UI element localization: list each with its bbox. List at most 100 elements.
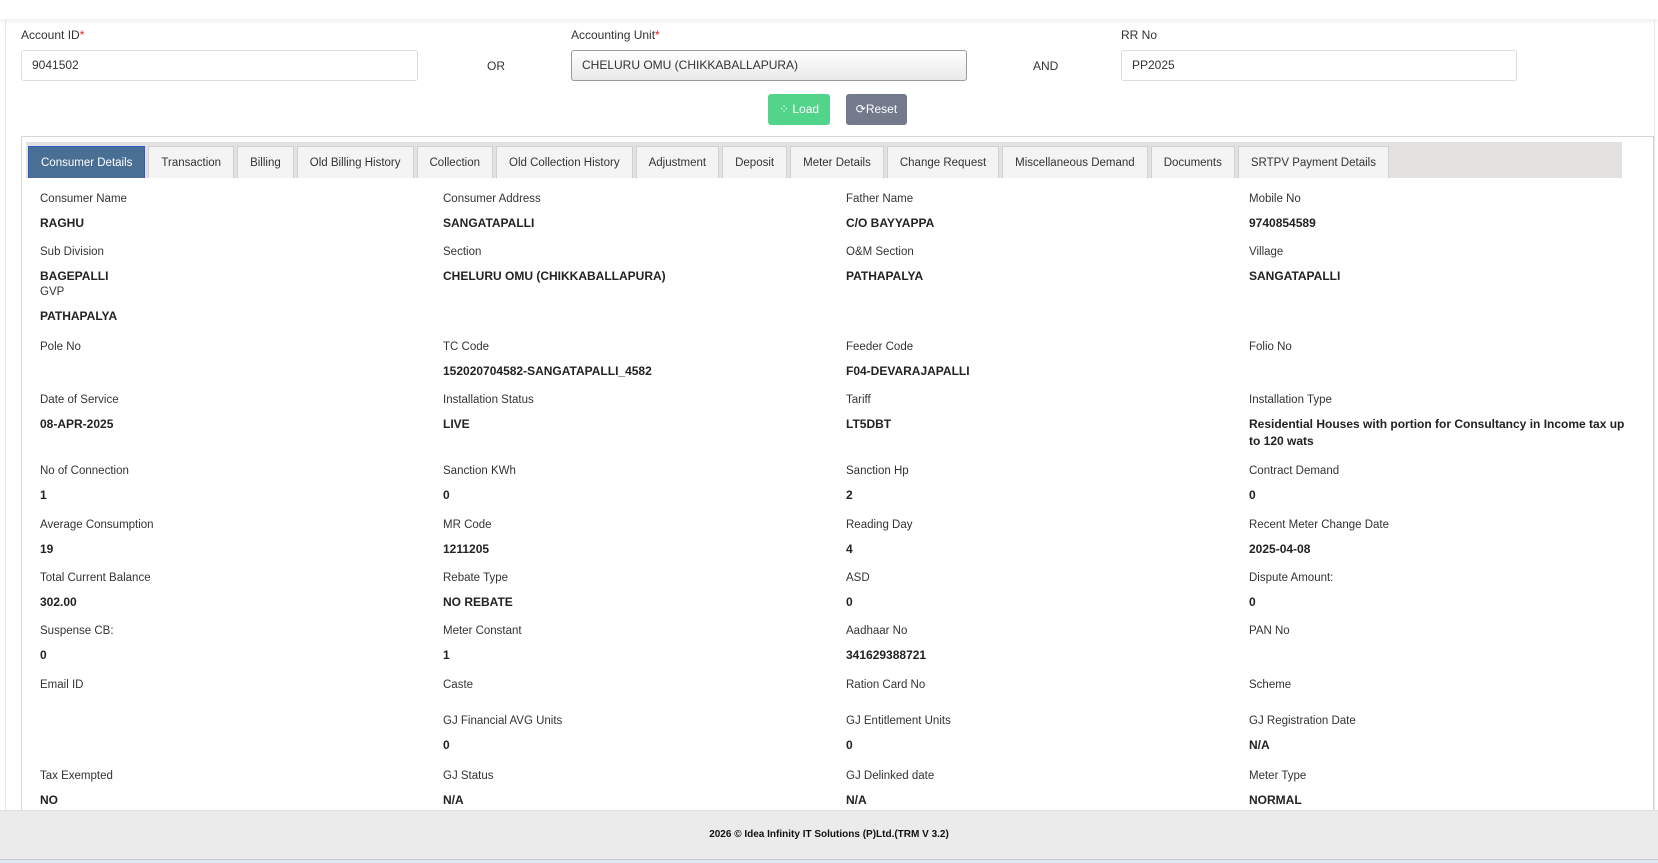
feeder-code-value: F04-DEVARAJAPALLI <box>846 364 970 378</box>
tab-change-request[interactable]: Change Request <box>886 146 1000 178</box>
refresh-icon: ⟳ <box>855 102 866 116</box>
recent-meter-change-date-label: Recent Meter Change Date <box>1249 519 1389 531</box>
gj-entitlement-units-value: 0 <box>846 738 853 752</box>
required-mark: * <box>79 28 85 42</box>
installation-status-value: LIVE <box>443 417 470 431</box>
tab-transaction[interactable]: Transaction <box>148 146 235 178</box>
rr-no-input[interactable]: PP2025 <box>1121 50 1517 81</box>
load-button[interactable]: ⁘ Load <box>768 94 830 125</box>
account-id-label: Account ID* <box>21 28 84 42</box>
tab-collection[interactable]: Collection <box>416 146 493 178</box>
tc-code-label: TC Code <box>443 341 490 353</box>
tab-meter-details[interactable]: Meter Details <box>790 146 884 178</box>
account-id-label-text: Account ID <box>21 28 80 42</box>
gvp-label: GVP <box>40 286 65 298</box>
installation-status-label: Installation Status <box>443 394 534 406</box>
email-id-label: Email ID <box>40 679 84 691</box>
tab-srtpv-payment-details[interactable]: SRTPV Payment Details <box>1237 146 1389 178</box>
tabs: Consumer Details Transaction Billing Old Bi… <box>28 146 1392 178</box>
total-current-balance-label: Total Current Balance <box>40 572 151 584</box>
tab-miscellaneous-demand[interactable]: Miscellaneous Demand <box>1002 146 1148 178</box>
date-of-service-label: Date of Service <box>40 394 119 406</box>
account-id-input[interactable]: 9041502 <box>21 50 418 81</box>
tab-container <box>21 136 1654 816</box>
installation-type-value: Residential Houses with portion for Cons… <box>1249 417 1625 448</box>
rr-no-label: RR No <box>1121 28 1158 42</box>
consumer-name-value: RAGHU <box>40 216 84 230</box>
father-name-label: Father Name <box>846 193 914 205</box>
panel-border <box>1654 20 1655 810</box>
or-label: OR <box>487 59 505 73</box>
gj-entitlement-units-label: GJ Entitlement Units <box>846 715 951 727</box>
father-name-value: C/O BAYYAPPA <box>846 216 935 230</box>
suspense-cb-label: Suspense CB: <box>40 625 114 637</box>
tax-exempted-label: Tax Exempted <box>40 770 113 782</box>
installation-type-label: Installation Type <box>1249 394 1332 406</box>
dispute-amount-label: Dispute Amount: <box>1249 572 1334 584</box>
gj-delinked-date-label: GJ Delinked date <box>846 770 935 782</box>
sanction-kwh-label: Sanction KWh <box>443 465 516 477</box>
meter-constant-value: 1 <box>443 648 450 662</box>
gvp-value: PATHAPALYA <box>40 309 118 323</box>
scheme-label: Scheme <box>1249 679 1292 691</box>
no-of-connection-value: 1 <box>40 488 47 502</box>
caste-label: Caste <box>443 679 474 691</box>
contract-demand-value: 0 <box>1249 488 1256 502</box>
mr-code-value: 1211205 <box>443 542 490 556</box>
tab-old-billing-history[interactable]: Old Billing History <box>296 146 414 178</box>
sub-division-value: BAGEPALLI <box>40 269 109 283</box>
gj-financial-avg-units-value: 0 <box>443 738 450 752</box>
average-consumption-label: Average Consumption <box>40 519 154 531</box>
gj-financial-avg-units-label: GJ Financial AVG Units <box>443 715 563 727</box>
gj-delinked-date-value: N/A <box>846 793 867 807</box>
asd-value: 0 <box>846 595 853 609</box>
sub-division-label: Sub Division <box>40 246 104 258</box>
average-consumption-value: 19 <box>40 542 54 556</box>
sanction-hp-value: 2 <box>846 488 853 502</box>
reading-day-value: 4 <box>846 542 853 556</box>
tariff-value: LT5DBT <box>846 417 892 431</box>
reset-button[interactable]: ⟳Reset <box>846 94 907 125</box>
tab-deposit[interactable]: Deposit <box>722 146 788 178</box>
contract-demand-label: Contract Demand <box>1249 465 1340 477</box>
recent-meter-change-date-value: 2025-04-08 <box>1249 542 1311 556</box>
accounting-unit-label-text: Accounting Unit <box>571 28 656 42</box>
aadhaar-no-label: Aadhaar No <box>846 625 908 637</box>
tab-documents[interactable]: Documents <box>1150 146 1235 178</box>
gj-registration-date-label: GJ Registration Date <box>1249 715 1356 727</box>
gj-status-value: N/A <box>443 793 464 807</box>
and-label: AND <box>1033 59 1059 73</box>
reading-day-label: Reading Day <box>846 519 913 531</box>
rebate-type-label: Rebate Type <box>443 572 509 584</box>
dispute-amount-value: 0 <box>1249 595 1256 609</box>
gj-registration-date-value: N/A <box>1249 738 1270 752</box>
consumer-name-label: Consumer Name <box>40 193 127 205</box>
section-value: CHELURU OMU (CHIKKABALLAPURA) <box>443 269 666 283</box>
bottom-strip <box>0 859 1658 863</box>
o-m-section-value: PATHAPALYA <box>846 269 924 283</box>
tab-billing[interactable]: Billing <box>237 146 294 178</box>
pan-no-label: PAN No <box>1249 625 1290 637</box>
reset-button-label: Reset <box>865 102 898 116</box>
rebate-type-value: NO REBATE <box>443 595 513 609</box>
tab-adjustment[interactable]: Adjustment <box>635 146 720 178</box>
top-bar <box>0 0 1658 19</box>
mobile-no-label: Mobile No <box>1249 193 1301 205</box>
tc-code-value: 152020704582-SANGATAPALLI_4582 <box>443 364 652 378</box>
tab-old-collection-history[interactable]: Old Collection History <box>496 146 633 178</box>
sanction-kwh-value: 0 <box>443 488 450 502</box>
footer-copyright: 2026 © Idea Infinity IT Solutions (P)Ltd… <box>709 829 949 840</box>
required-mark: * <box>655 28 660 42</box>
sanction-hp-label: Sanction Hp <box>846 465 909 477</box>
date-of-service-value: 08-APR-2025 <box>40 417 114 431</box>
tab-consumer-details[interactable]: Consumer Details <box>28 146 146 178</box>
no-of-connection-label: No of Connection <box>40 465 129 477</box>
suspense-cb-value: 0 <box>40 648 47 662</box>
village-value: SANGATAPALLI <box>1249 269 1341 283</box>
tariff-label: Tariff <box>846 394 871 406</box>
mobile-no-value: 9740854589 <box>1249 216 1316 230</box>
pole-no-label: Pole No <box>40 341 81 353</box>
meter-type-value: NORMAL <box>1249 793 1302 807</box>
spinner-icon: ⁘ <box>778 102 789 116</box>
accounting-unit-select[interactable]: CHELURU OMU (CHIKKABALLAPURA) <box>571 50 967 81</box>
